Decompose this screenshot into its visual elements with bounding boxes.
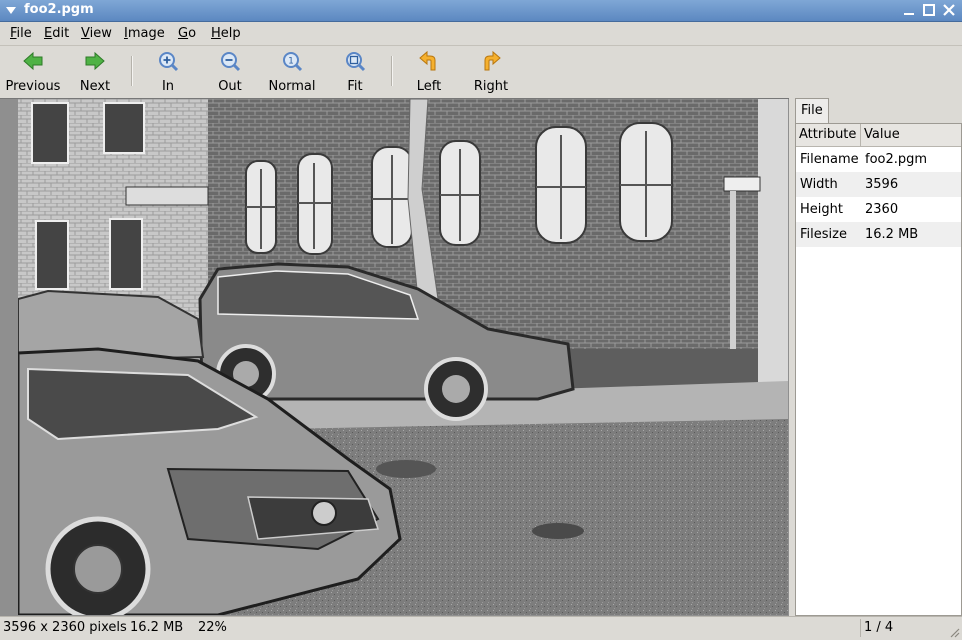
rotate-right-button[interactable]: Right xyxy=(470,50,512,96)
arrow-left-icon xyxy=(23,51,43,71)
zoom-fit-button[interactable]: Fit xyxy=(336,50,374,96)
toolbar-separator xyxy=(391,56,393,86)
status-bar: 3596 x 2360 pixels 16.2 MB 22% 1 / 4 xyxy=(0,616,962,640)
window-title: foo2.pgm xyxy=(24,2,94,17)
rotate-left-icon xyxy=(419,50,436,71)
arrow-right-icon xyxy=(85,51,105,71)
status-filesize: 16.2 MB xyxy=(130,620,184,635)
status-dimensions: 3596 x 2360 pixels xyxy=(3,620,127,635)
zoom-out-icon xyxy=(221,52,241,72)
title-bar: foo2.pgm xyxy=(0,0,962,22)
zoom-in-icon xyxy=(159,52,179,72)
zoom-normal-button[interactable]: 1 Normal xyxy=(266,50,318,96)
menu-go[interactable]: Go xyxy=(178,26,196,41)
properties-table: Attribute Value Filename foo2.pgm Width … xyxy=(795,123,962,616)
displayed-image xyxy=(18,99,788,615)
status-separator xyxy=(860,619,861,637)
minimize-icon[interactable] xyxy=(902,3,916,17)
image-view[interactable] xyxy=(0,98,789,616)
menu-edit[interactable]: Edit xyxy=(44,26,69,41)
status-zoom: 22% xyxy=(198,620,227,635)
properties-panel: File Attribute Value Filename foo2.pgm W… xyxy=(795,98,962,616)
column-header-value[interactable]: Value xyxy=(861,124,960,146)
next-button[interactable]: Next xyxy=(72,50,118,96)
svg-text:1: 1 xyxy=(288,57,294,67)
window-menu-icon[interactable] xyxy=(6,7,16,14)
previous-button[interactable]: Previous xyxy=(4,50,62,96)
rotate-left-button[interactable]: Left xyxy=(410,50,448,96)
rotate-right-icon xyxy=(484,50,501,71)
toolbar-separator xyxy=(131,56,133,86)
table-row[interactable]: Filename foo2.pgm xyxy=(796,147,961,172)
zoom-in-button[interactable]: In xyxy=(148,50,188,96)
menu-image[interactable]: Image xyxy=(124,26,165,41)
table-row[interactable]: Width 3596 xyxy=(796,172,961,197)
column-header-attribute[interactable]: Attribute xyxy=(796,124,861,146)
status-position: 1 / 4 xyxy=(864,620,894,635)
zoom-fit-icon xyxy=(346,52,366,72)
resize-grip-icon[interactable] xyxy=(948,626,960,638)
table-header: Attribute Value xyxy=(796,124,961,147)
image-viewer-window: foo2.pgm File Edit View Image Go Help Pr… xyxy=(0,0,962,639)
table-row[interactable]: Filesize 16.2 MB xyxy=(796,222,961,247)
menu-file[interactable]: File xyxy=(10,26,32,41)
menu-view[interactable]: View xyxy=(81,26,112,41)
toolbar: Previous Next In Out 1 Normal Fit Left R… xyxy=(0,45,962,98)
menu-bar: File Edit View Image Go Help xyxy=(0,22,962,44)
zoom-out-button[interactable]: Out xyxy=(210,50,250,96)
zoom-original-icon: 1 xyxy=(283,52,303,72)
table-row[interactable]: Height 2360 xyxy=(796,197,961,222)
tab-file[interactable]: File xyxy=(795,98,829,123)
close-icon[interactable] xyxy=(942,3,956,17)
maximize-icon[interactable] xyxy=(922,3,936,17)
menu-help[interactable]: Help xyxy=(211,26,241,41)
